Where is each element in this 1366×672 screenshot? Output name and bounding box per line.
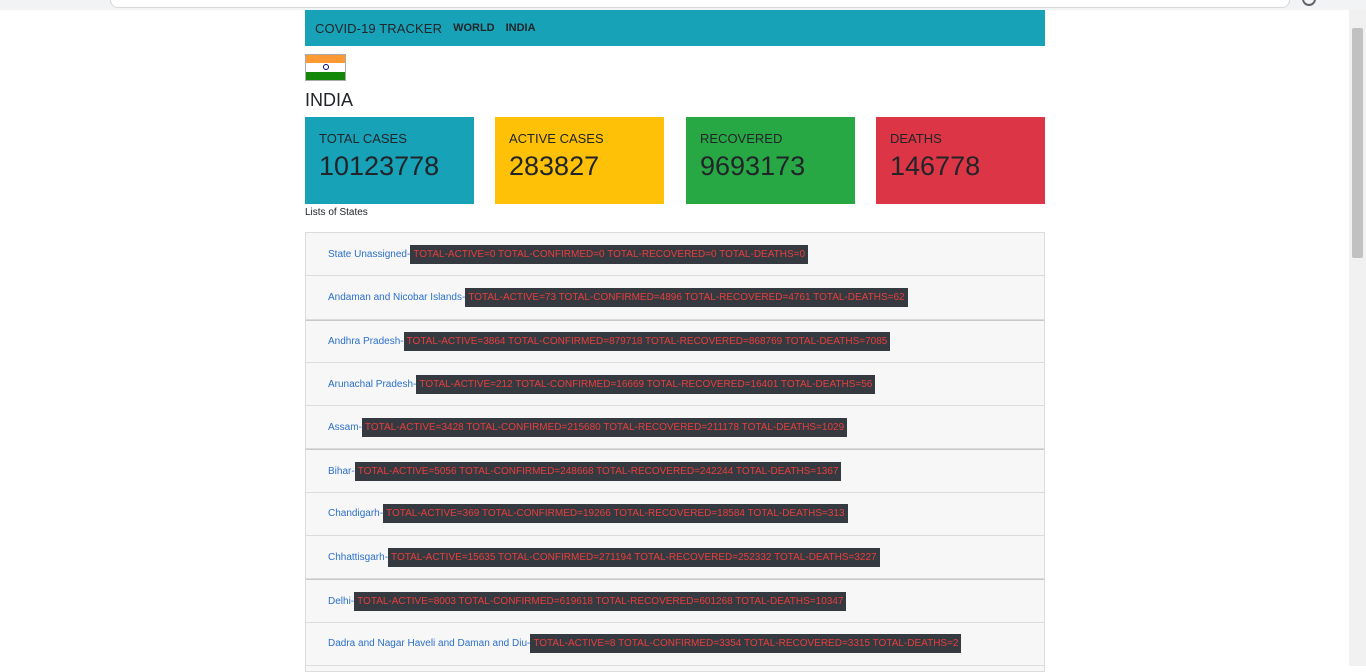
card-value: 283827 xyxy=(509,151,600,181)
card-value: 10123778 xyxy=(319,151,440,181)
state-stats-badge: TOTAL-ACTIVE=0 TOTAL-CONFIRMED=0 TOTAL-R… xyxy=(410,244,809,264)
state-link[interactable]: Andhra Pradesh- xyxy=(328,336,404,347)
state-stats-badge: TOTAL-ACTIVE=212 TOTAL-CONFIRMED=16669 T… xyxy=(416,374,876,394)
state-stats-badge: TOTAL-ACTIVE=8 TOTAL-CONFIRMED=3354 TOTA… xyxy=(530,634,962,654)
recovered-card: RECOVERED 9693173 xyxy=(686,117,855,204)
list-item: State Unassigned- TOTAL-ACTIVE=0 TOTAL-C… xyxy=(306,233,1044,277)
nav-link-india[interactable]: INDIA xyxy=(506,22,536,34)
active-cases-card: ACTIVE CASES 283827 xyxy=(495,117,664,204)
card-label: DEATHS xyxy=(890,131,942,146)
card-value: 9693173 xyxy=(700,151,806,181)
list-item: Andaman and Nicobar Islands- TOTAL-ACTIV… xyxy=(306,276,1044,320)
country-title: INDIA xyxy=(305,90,354,110)
card-label: RECOVERED xyxy=(700,131,783,146)
list-item: Delhi- TOTAL-ACTIVE=8003 TOTAL-CONFIRMED… xyxy=(306,579,1044,623)
main-container: COVID-19 TRACKER WORLD INDIA INDIA TOTAL… xyxy=(305,10,1045,672)
state-link[interactable]: Dadra and Nagar Haveli and Daman and Diu… xyxy=(328,638,530,649)
state-link[interactable]: Delhi- xyxy=(328,596,354,607)
card-value: 146778 xyxy=(890,151,981,181)
ashoka-chakra-icon xyxy=(322,64,329,71)
india-flag-icon xyxy=(305,54,346,81)
state-stats-badge: TOTAL-ACTIVE=5056 TOTAL-CONFIRMED=248668… xyxy=(354,461,842,481)
state-link[interactable]: Andaman and Nicobar Islands- xyxy=(328,292,465,303)
state-stats-badge: TOTAL-ACTIVE=369 TOTAL-CONFIRMED=19266 T… xyxy=(383,504,848,524)
deaths-card: DEATHS 146778 xyxy=(876,117,1045,204)
state-stats-badge: TOTAL-ACTIVE=3864 TOTAL-CONFIRMED=879718… xyxy=(403,331,891,351)
scrollbar-thumb[interactable] xyxy=(1352,28,1363,258)
state-link[interactable]: State Unassigned- xyxy=(328,249,410,260)
list-item: Dadra and Nagar Haveli and Daman and Diu… xyxy=(306,623,1044,666)
state-stats-badge: TOTAL-ACTIVE=15635 TOTAL-CONFIRMED=27119… xyxy=(388,547,880,567)
state-link[interactable]: Bihar- xyxy=(328,466,355,477)
card-label: ACTIVE CASES xyxy=(509,131,604,146)
brand-link[interactable]: COVID-19 TRACKER xyxy=(315,21,442,36)
page-scrollbar[interactable] xyxy=(1349,10,1366,666)
state-link[interactable]: Chandigarh- xyxy=(328,508,383,519)
state-stats-badge: TOTAL-ACTIVE=73 TOTAL-CONFIRMED=4896 TOT… xyxy=(465,287,908,307)
states-list: State Unassigned- TOTAL-ACTIVE=0 TOTAL-C… xyxy=(305,232,1045,672)
list-item: Chhattisgarh- TOTAL-ACTIVE=15635 TOTAL-C… xyxy=(306,536,1044,580)
profile-icon[interactable] xyxy=(1302,0,1316,6)
browser-chrome xyxy=(0,0,1366,10)
list-item: Assam- TOTAL-ACTIVE=3428 TOTAL-CONFIRMED… xyxy=(306,406,1044,450)
stats-cards: TOTAL CASES 10123778 ACTIVE CASES 283827… xyxy=(305,117,1045,204)
card-label: TOTAL CASES xyxy=(319,131,407,146)
state-stats-badge: TOTAL-ACTIVE=3428 TOTAL-CONFIRMED=215680… xyxy=(361,417,848,437)
list-item: Bihar- TOTAL-ACTIVE=5056 TOTAL-CONFIRMED… xyxy=(306,449,1044,493)
state-link[interactable]: Arunachal Pradesh- xyxy=(328,379,416,390)
total-cases-card: TOTAL CASES 10123778 xyxy=(305,117,474,204)
navbar: COVID-19 TRACKER WORLD INDIA xyxy=(305,10,1045,46)
address-bar[interactable] xyxy=(110,0,1290,8)
list-item: Chandigarh- TOTAL-ACTIVE=369 TOTAL-CONFI… xyxy=(306,493,1044,537)
states-list-title: Lists of States xyxy=(305,207,368,218)
state-stats-badge: TOTAL-ACTIVE=8003 TOTAL-CONFIRMED=619618… xyxy=(354,591,847,611)
list-item: Arunachal Pradesh- TOTAL-ACTIVE=212 TOTA… xyxy=(306,363,1044,407)
state-link[interactable]: Assam- xyxy=(328,422,362,433)
list-item: Andhra Pradesh- TOTAL-ACTIVE=3864 TOTAL-… xyxy=(306,319,1044,363)
nav-link-world[interactable]: WORLD xyxy=(453,22,495,34)
state-link[interactable]: Chhattisgarh- xyxy=(328,552,388,563)
